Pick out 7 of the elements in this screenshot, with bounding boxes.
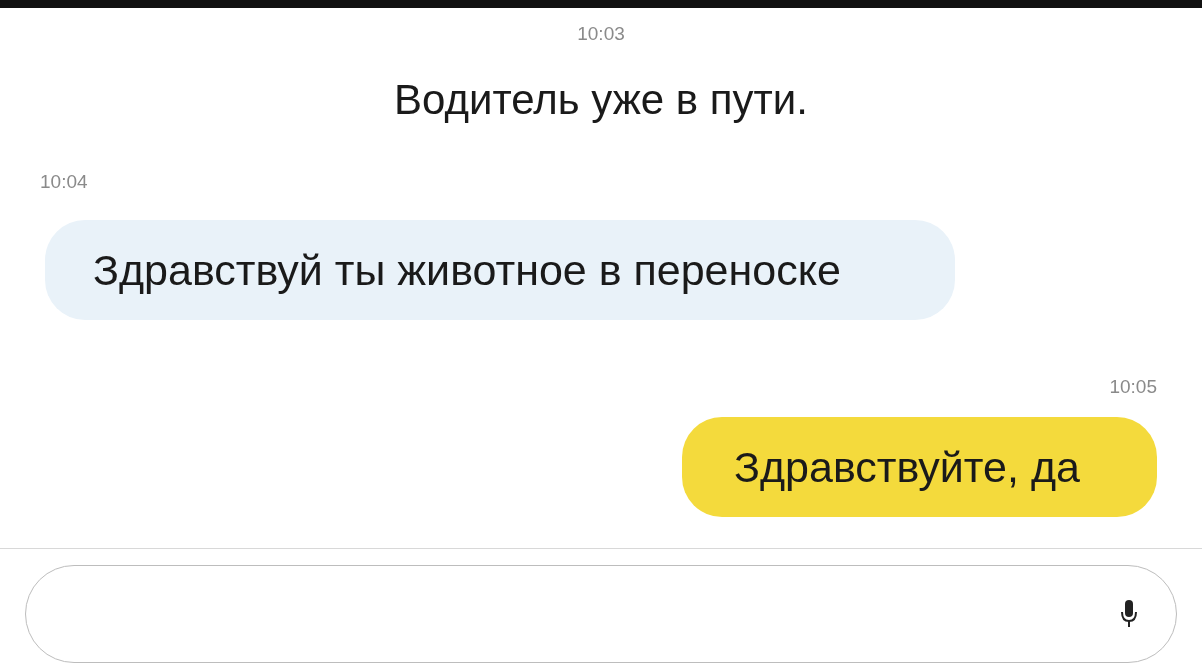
outgoing-message: Здравствуйте, да — [682, 417, 1157, 517]
timestamp: 10:05 — [1109, 375, 1157, 398]
microphone-icon[interactable] — [1120, 599, 1138, 629]
incoming-message: Здравствуй ты животное в переноске — [45, 220, 955, 320]
system-message: Водитель уже в пути. — [394, 75, 808, 125]
timestamp: 10:03 — [577, 22, 625, 45]
timestamp: 10:04 — [40, 170, 88, 193]
